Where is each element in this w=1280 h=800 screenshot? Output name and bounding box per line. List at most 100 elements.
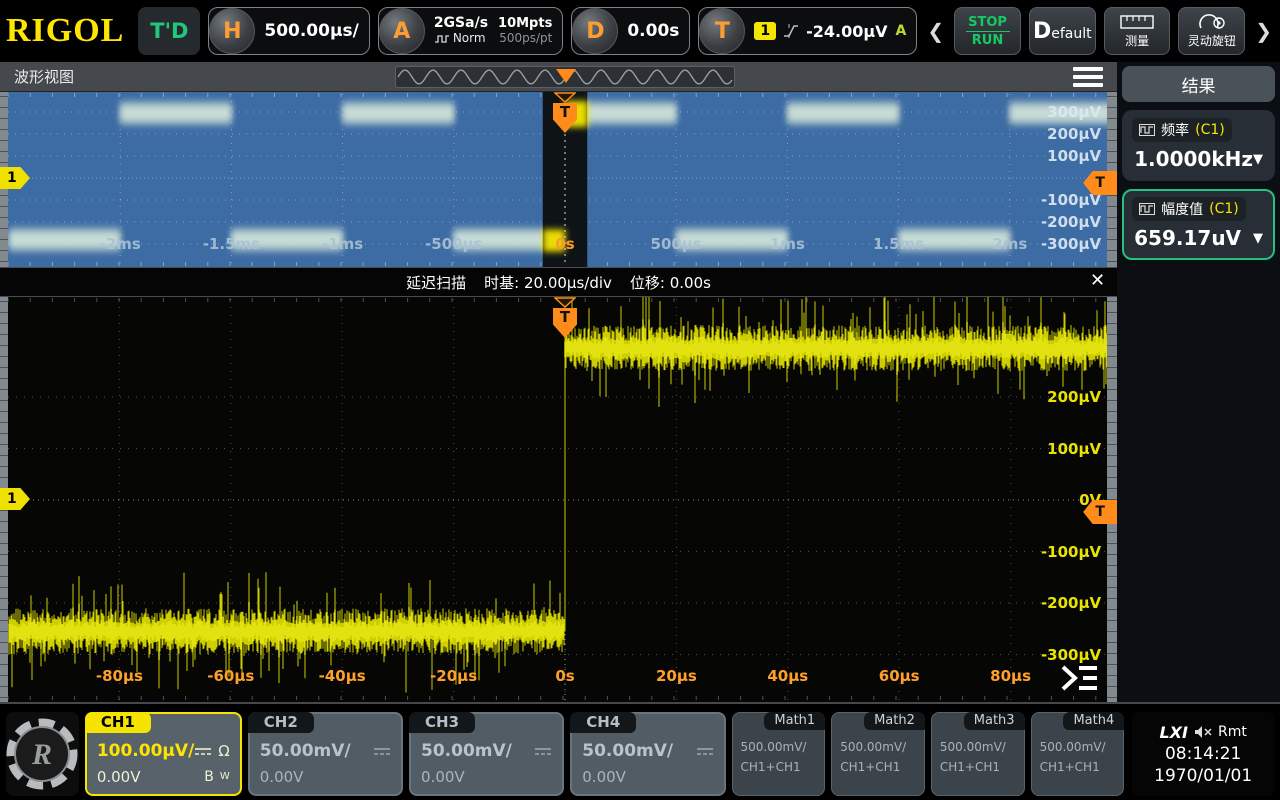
trigger-group[interactable]: T 1 -24.00μV A — [698, 7, 917, 55]
run-label: RUN — [972, 33, 1003, 48]
waveform-view-header: 波形视图 — [0, 62, 1117, 92]
default-button[interactable]: Default — [1029, 7, 1096, 55]
menu-icon[interactable] — [1073, 67, 1103, 87]
toolbar-scroll-right[interactable]: ❯ — [1253, 19, 1274, 43]
trigger-status-indicator[interactable]: T'D — [138, 7, 200, 55]
y-tick-label: -100μV — [1041, 543, 1101, 561]
measurement-card-frequency[interactable]: 频率 (C1) 1.0000kHz ▼ — [1122, 110, 1275, 181]
math3-expression: CH1+CH1 — [940, 757, 1016, 777]
delay-value: 0.00s — [618, 21, 679, 41]
quick-knob-button[interactable]: 灵动旋钮 — [1178, 7, 1245, 55]
right-ruler — [1107, 297, 1117, 702]
measurement-name: 频率 — [1161, 120, 1189, 140]
caret-down-icon[interactable]: ▼ — [1253, 231, 1263, 246]
trigger-level: -24.00μV — [806, 22, 887, 41]
measurement-icon — [1139, 203, 1155, 215]
channel4-tab[interactable]: CH4 — [570, 712, 636, 733]
y-tick-label: -200μV — [1041, 594, 1101, 612]
stop-run-divider — [966, 31, 1010, 32]
trigger-position-triangle[interactable] — [554, 92, 576, 103]
math3-scale: 500.00mV/ — [940, 737, 1016, 757]
ruler-icon — [1120, 14, 1154, 30]
math1-tab[interactable]: Math1 — [764, 712, 825, 730]
acquisition-group[interactable]: A 2GSa/s Norm 10Mpts 500ps/pt — [378, 7, 564, 55]
channel2-tab[interactable]: CH2 — [248, 712, 314, 733]
system-status-panel[interactable]: LXI Rmt 08:14:21 1970/01/01 — [1132, 712, 1274, 796]
delay-group[interactable]: D 0.00s — [571, 7, 690, 55]
x-tick-label: 1ms — [770, 235, 805, 253]
measurement-card-amplitude[interactable]: 幅度值(C1) 659.17uV ▼ — [1122, 189, 1275, 260]
trigger-knob[interactable]: T — [699, 8, 745, 54]
x-tick-label: 1.5ms — [873, 235, 924, 253]
x-tick-label: -40μs — [319, 667, 366, 685]
channel3-scale: 50.00mV/ — [421, 738, 512, 764]
dc-coupling-icon — [194, 746, 212, 756]
y-tick-label: 300μV — [1047, 103, 1101, 121]
x-tick-label: 40μs — [767, 667, 808, 685]
rigol-gear-logo[interactable]: R — [6, 712, 79, 796]
channel4-scale: 50.00mV/ — [582, 738, 673, 764]
y-tick-label: 100μV — [1047, 440, 1101, 458]
sample-resolution: 500ps/pt — [498, 31, 552, 46]
delayed-sweep-offset: 位移: 0.00s — [630, 272, 711, 293]
acq-mode-icon — [434, 34, 450, 44]
math2-panel[interactable]: Math2 500.00mV/ CH1+CH1 — [831, 712, 925, 796]
y-tick-label: -200μV — [1041, 213, 1101, 231]
math2-scale: 500.00mV/ — [840, 737, 916, 757]
channel1-tab[interactable]: CH1 — [85, 712, 151, 733]
measurement-icon — [1139, 124, 1155, 136]
math4-tab[interactable]: Math4 — [1063, 712, 1124, 730]
toolbar-scroll-left[interactable]: ❮ — [925, 19, 946, 43]
measurement-channel: (C1) — [1209, 201, 1239, 217]
math1-panel[interactable]: Math1 500.00mV/ CH1+CH1 — [732, 712, 826, 796]
channel3-offset: 0.00V — [421, 764, 465, 790]
x-tick-label: 20μs — [656, 667, 697, 685]
sample-rate: 2GSa/s — [434, 16, 488, 31]
channel1-panel[interactable]: CH1 100.00μV/ Ω 0.00V BW — [85, 712, 242, 796]
x-tick-label: -80μs — [96, 667, 143, 685]
x-tick-label: -60μs — [207, 667, 254, 685]
math2-tab[interactable]: Math2 — [864, 712, 925, 730]
acq-mode: Norm — [453, 31, 486, 46]
y-tick-label: 100μV — [1047, 147, 1101, 165]
dc-coupling-icon — [534, 746, 552, 756]
math1-expression: CH1+CH1 — [741, 757, 817, 777]
measurement-value: 1.0000kHz — [1134, 147, 1253, 171]
horizontal-knob[interactable]: H — [209, 8, 255, 54]
zoom-waveform-plot[interactable]: T 1 T -80μs-60μs-40μs-20μs0s20μs40μs60μs… — [0, 297, 1117, 702]
channel3-tab[interactable]: CH3 — [409, 712, 475, 733]
knob-dial-icon — [1197, 14, 1227, 30]
x-tick-label: -500μs — [425, 235, 483, 253]
channel4-panel[interactable]: CH4 50.00mV/ 0.00V — [570, 712, 725, 796]
measure-button[interactable]: 测量 — [1104, 7, 1171, 55]
y-tick-label: -300μV — [1041, 235, 1101, 253]
trigger-slope-icon — [782, 22, 800, 40]
main-waveform-plot[interactable]: T 1 T -2ms-1.5ms-1ms-500μs0s500μs1ms1.5m… — [0, 92, 1117, 267]
math3-tab[interactable]: Math3 — [964, 712, 1025, 730]
x-tick-label: -20μs — [430, 667, 477, 685]
channel3-panel[interactable]: CH3 50.00mV/ 0.00V — [409, 712, 564, 796]
y-tick-label: -300μV — [1041, 646, 1101, 664]
expand-menu-icon[interactable] — [1057, 662, 1101, 694]
channel-status-bar: R CH1 100.00μV/ Ω 0.00V BW CH2 50.00mV/ … — [0, 702, 1280, 800]
delayed-sweep-bar: 延迟扫描 时基: 20.00μs/div 位移: 0.00s ✕ — [0, 267, 1117, 297]
acquisition-knob[interactable]: A — [379, 8, 425, 54]
close-zoom-icon[interactable]: ✕ — [1090, 270, 1105, 291]
channel1-offset: 0.00V — [97, 764, 141, 790]
caret-down-icon[interactable]: ▼ — [1253, 152, 1263, 167]
horizontal-overview-strip[interactable] — [395, 66, 735, 88]
rigol-logo: RIGOL — [6, 12, 124, 50]
math1-scale: 500.00mV/ — [741, 737, 817, 757]
trigger-position-triangle[interactable] — [554, 297, 576, 308]
stop-run-button[interactable]: STOP RUN — [954, 7, 1021, 55]
math4-panel[interactable]: Math4 500.00mV/ CH1+CH1 — [1031, 712, 1125, 796]
channel2-panel[interactable]: CH2 50.00mV/ 0.00V — [248, 712, 403, 796]
channel2-scale: 50.00mV/ — [260, 738, 351, 764]
math3-panel[interactable]: Math3 500.00mV/ CH1+CH1 — [931, 712, 1025, 796]
delay-knob[interactable]: D — [572, 8, 618, 54]
measurement-channel: (C1) — [1195, 122, 1225, 138]
top-status-bar: RIGOL T'D H 500.00μs/ A 2GSa/s Norm 10Mp… — [0, 0, 1280, 62]
horizontal-group[interactable]: H 500.00μs/ — [208, 7, 369, 55]
stop-label: STOP — [968, 15, 1007, 30]
system-date: 1970/01/01 — [1154, 766, 1252, 786]
